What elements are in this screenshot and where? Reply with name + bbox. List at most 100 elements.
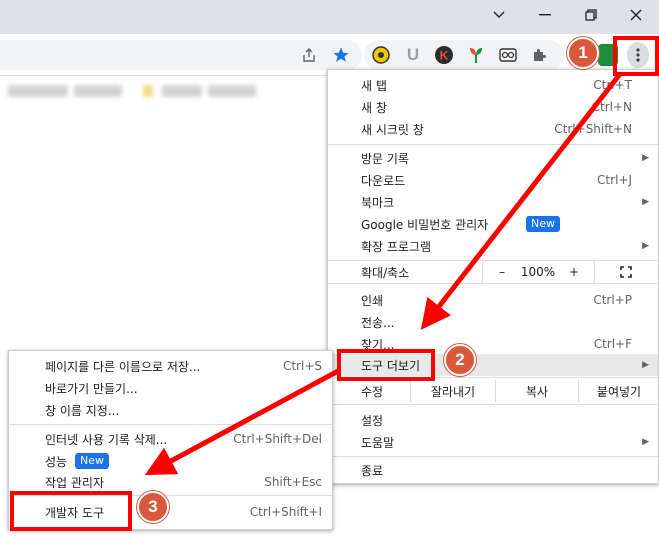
shortcut: Ctrl+F (593, 337, 632, 351)
bookmark-item[interactable] (208, 85, 256, 97)
menu-label: 작업 관리자 (45, 475, 105, 490)
tab-search-button[interactable] (476, 0, 522, 30)
share-icon[interactable] (298, 44, 320, 66)
menu-name-window[interactable]: 창 이름 지정... (9, 399, 332, 421)
shortcut: Shift+Esc (264, 475, 322, 489)
menu-help[interactable]: 도움말 ▶ (328, 431, 658, 453)
bookmark-item[interactable] (74, 85, 122, 97)
submenu-arrow-icon: ▶ (642, 197, 649, 207)
restore-button[interactable] (568, 0, 614, 30)
bookmark-item[interactable] (8, 85, 68, 97)
new-badge: New (526, 216, 560, 232)
fullscreen-button[interactable] (612, 261, 640, 283)
shortcut: Ctrl+T (593, 78, 632, 92)
shortcut: Ctrl+S (282, 359, 322, 373)
shortcut: Ctrl+Shift+I (249, 505, 322, 519)
menu-separator (328, 404, 658, 405)
zoom-in-button[interactable]: + (560, 261, 588, 283)
close-icon (630, 9, 642, 21)
submenu-arrow-icon: ▶ (642, 241, 649, 251)
menu-separator (328, 456, 658, 457)
menu-extensions[interactable]: 확장 프로그램 ▶ (328, 235, 658, 257)
new-badge: New (75, 453, 109, 469)
close-window-button[interactable] (613, 0, 659, 30)
menu-separator (328, 283, 658, 284)
zoom-out-button[interactable]: – (488, 261, 516, 283)
menu-label: 전송... (361, 315, 395, 330)
menu-cast[interactable]: 전송... (328, 311, 658, 333)
menu-label: 성능 (45, 454, 68, 469)
menu-new-window[interactable]: 새 창 Ctrl+N (328, 96, 658, 118)
menu-label: 바로가기 만들기... (45, 381, 138, 396)
u-icon[interactable]: U (402, 44, 424, 66)
menu-print[interactable]: 인쇄 Ctrl+P (328, 289, 658, 311)
menu-performance[interactable]: 성능 New (9, 450, 332, 472)
menu-settings[interactable]: 설정 (328, 409, 658, 431)
menu-label: 다운로드 (361, 173, 406, 188)
submenu-arrow-icon: ▶ (642, 360, 649, 370)
menu-exit[interactable]: 종료 (328, 459, 658, 481)
plant-icon[interactable] (465, 44, 487, 66)
menu-label: Google 비밀번호 관리자 (361, 217, 489, 232)
minimize-button[interactable] (522, 0, 568, 30)
menu-save-page[interactable]: 페이지를 다른 이름으로 저장... Ctrl+S (9, 355, 332, 377)
shortcut: Ctrl+Shift+N (554, 122, 632, 136)
title-bar (0, 0, 659, 34)
menu-label: 도움말 (361, 435, 395, 450)
menu-downloads[interactable]: 다운로드 Ctrl+J (328, 169, 658, 191)
menu-password-manager[interactable]: Google 비밀번호 관리자 New (328, 213, 658, 235)
menu-label: 인터넷 사용 기록 삭제... (45, 432, 168, 447)
menu-label: 북마크 (361, 195, 395, 210)
shortcut: Ctrl+P (593, 293, 632, 307)
step-badge-1: 1 (567, 37, 599, 69)
submenu-arrow-icon: ▶ (642, 437, 649, 447)
annotation-box-dev-tools (10, 491, 132, 531)
menu-label: 방문 기록 (361, 151, 409, 166)
paste-button[interactable]: 붙여넣기 (579, 380, 659, 402)
shortcut: Ctrl+J (597, 173, 632, 187)
step-badge-3: 3 (137, 491, 169, 523)
fullscreen-icon (620, 266, 632, 278)
menu-new-tab[interactable]: 새 탭 Ctrl+T (328, 74, 658, 96)
menu-label: 새 탭 (361, 78, 387, 93)
reader-icon[interactable] (497, 44, 519, 66)
menu-clear-browsing-data[interactable]: 인터넷 사용 기록 삭제... Ctrl+Shift+Del (9, 428, 332, 450)
puzzle-icon[interactable] (529, 44, 551, 66)
extension-yellow-icon[interactable] (370, 44, 392, 66)
divider (482, 261, 483, 283)
copy-button[interactable]: 복사 (496, 380, 578, 402)
minimize-icon (539, 14, 551, 16)
menu-separator (9, 424, 332, 425)
edit-label: 수정 (361, 384, 384, 399)
menu-edit-row: 수정 잘라내기 복사 붙여넣기 (328, 380, 658, 402)
menu-new-incognito[interactable]: 새 시크릿 창 Ctrl+Shift+N (328, 118, 658, 140)
cut-button[interactable]: 잘라내기 (411, 380, 495, 402)
menu-history[interactable]: 방문 기록 ▶ (328, 147, 658, 169)
zoom-level: 100% (520, 265, 556, 279)
menu-label: 창 이름 지정... (45, 403, 120, 418)
menu-bookmarks[interactable]: 북마크 ▶ (328, 191, 658, 213)
svg-text:K: K (440, 49, 449, 63)
chrome-main-menu: 새 탭 Ctrl+T 새 창 Ctrl+N 새 시크릿 창 Ctrl+Shift… (327, 69, 659, 484)
zoom-label: 확대/축소 (361, 265, 410, 280)
restore-icon (585, 9, 597, 21)
bookmark-folder-icon[interactable] (143, 85, 153, 97)
submenu-arrow-icon: ▶ (642, 153, 649, 163)
shortcut: Ctrl+Shift+Del (233, 432, 322, 446)
annotation-box-more-tools (337, 349, 435, 381)
menu-label: 새 창 (361, 100, 387, 115)
menu-label: 종료 (361, 463, 384, 478)
menu-task-manager[interactable]: 작업 관리자 Shift+Esc (9, 471, 332, 493)
menu-create-shortcut[interactable]: 바로가기 만들기... (9, 377, 332, 399)
star-icon[interactable] (330, 44, 352, 66)
divider (594, 261, 595, 283)
menu-zoom-row: 확대/축소 – 100% + (328, 261, 658, 283)
k-icon[interactable]: K (433, 44, 455, 66)
menu-label: 확장 프로그램 (361, 239, 432, 254)
shortcut: Ctrl+N (591, 100, 632, 114)
step-badge-2: 2 (444, 344, 476, 376)
bookmark-item[interactable] (162, 85, 202, 97)
menu-separator (328, 144, 658, 145)
chevron-down-icon (493, 11, 505, 18)
menu-label: 설정 (361, 413, 384, 428)
